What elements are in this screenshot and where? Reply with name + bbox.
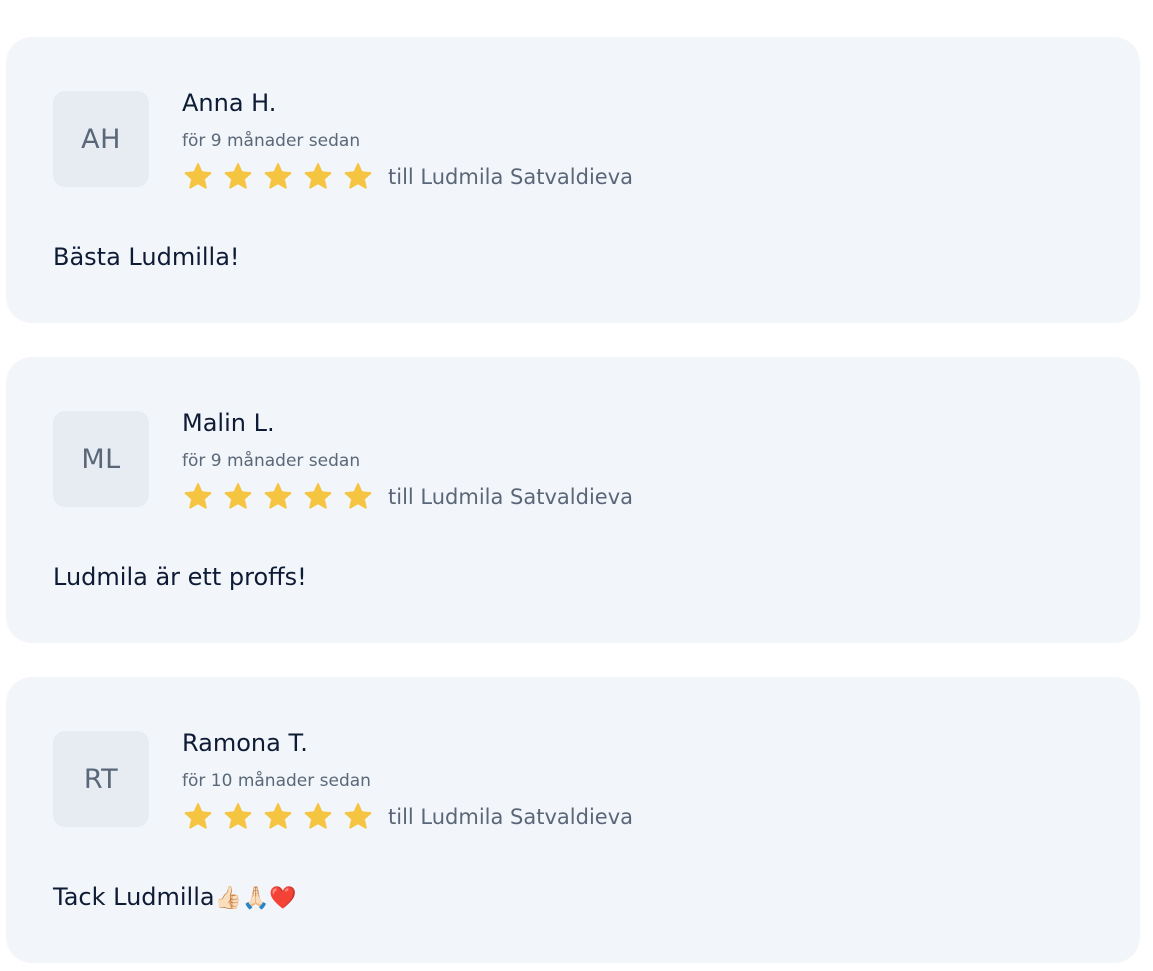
review-recipient: till Ludmila Satvaldieva [388, 165, 633, 189]
review-recipient: till Ludmila Satvaldieva [388, 805, 633, 829]
star-icon [342, 481, 374, 513]
star-icon [182, 481, 214, 513]
review-text-content: Bästa Ludmilla! [53, 243, 240, 271]
review-emoji: 👍🏻🙏🏻❤️ [214, 886, 297, 911]
reviewer-name: Anna H. [182, 89, 277, 117]
star-rating [182, 801, 382, 833]
review-text: Bästa Ludmilla! [53, 243, 240, 271]
avatar: AH [53, 91, 149, 187]
star-icon [302, 801, 334, 833]
star-icon [262, 801, 294, 833]
review-card: AH Anna H. för 9 månader sedan till Ludm… [6, 37, 1140, 323]
avatar: RT [53, 731, 149, 827]
review-date: för 9 månader sedan [182, 131, 361, 151]
star-icon [342, 161, 374, 193]
star-icon [222, 801, 254, 833]
star-icon [302, 161, 334, 193]
review-date: för 9 månader sedan [182, 451, 361, 471]
rating-row: till Ludmila Satvaldieva [182, 801, 633, 833]
review-card: RT Ramona T. för 10 månader sedan till L… [6, 677, 1140, 963]
star-icon [182, 161, 214, 193]
reviewer-name: Ramona T. [182, 729, 308, 757]
review-text-content: Tack Ludmilla [53, 883, 215, 911]
star-rating [182, 161, 382, 193]
reviewer-name: Malin L. [182, 409, 275, 437]
star-icon [222, 161, 254, 193]
review-card: ML Malin L. för 9 månader sedan till Lud… [6, 357, 1140, 643]
review-text: Tack Ludmilla👍🏻🙏🏻❤️ [53, 883, 297, 911]
rating-row: till Ludmila Satvaldieva [182, 161, 633, 193]
review-text-content: Ludmila är ett proffs! [53, 563, 307, 591]
rating-row: till Ludmila Satvaldieva [182, 481, 633, 513]
star-rating [182, 481, 382, 513]
star-icon [302, 481, 334, 513]
review-text: Ludmila är ett proffs! [53, 563, 307, 591]
star-icon [222, 481, 254, 513]
star-icon [262, 481, 294, 513]
star-icon [342, 801, 374, 833]
review-recipient: till Ludmila Satvaldieva [388, 485, 633, 509]
star-icon [262, 161, 294, 193]
review-date: för 10 månader sedan [182, 771, 371, 791]
star-icon [182, 801, 214, 833]
avatar: ML [53, 411, 149, 507]
